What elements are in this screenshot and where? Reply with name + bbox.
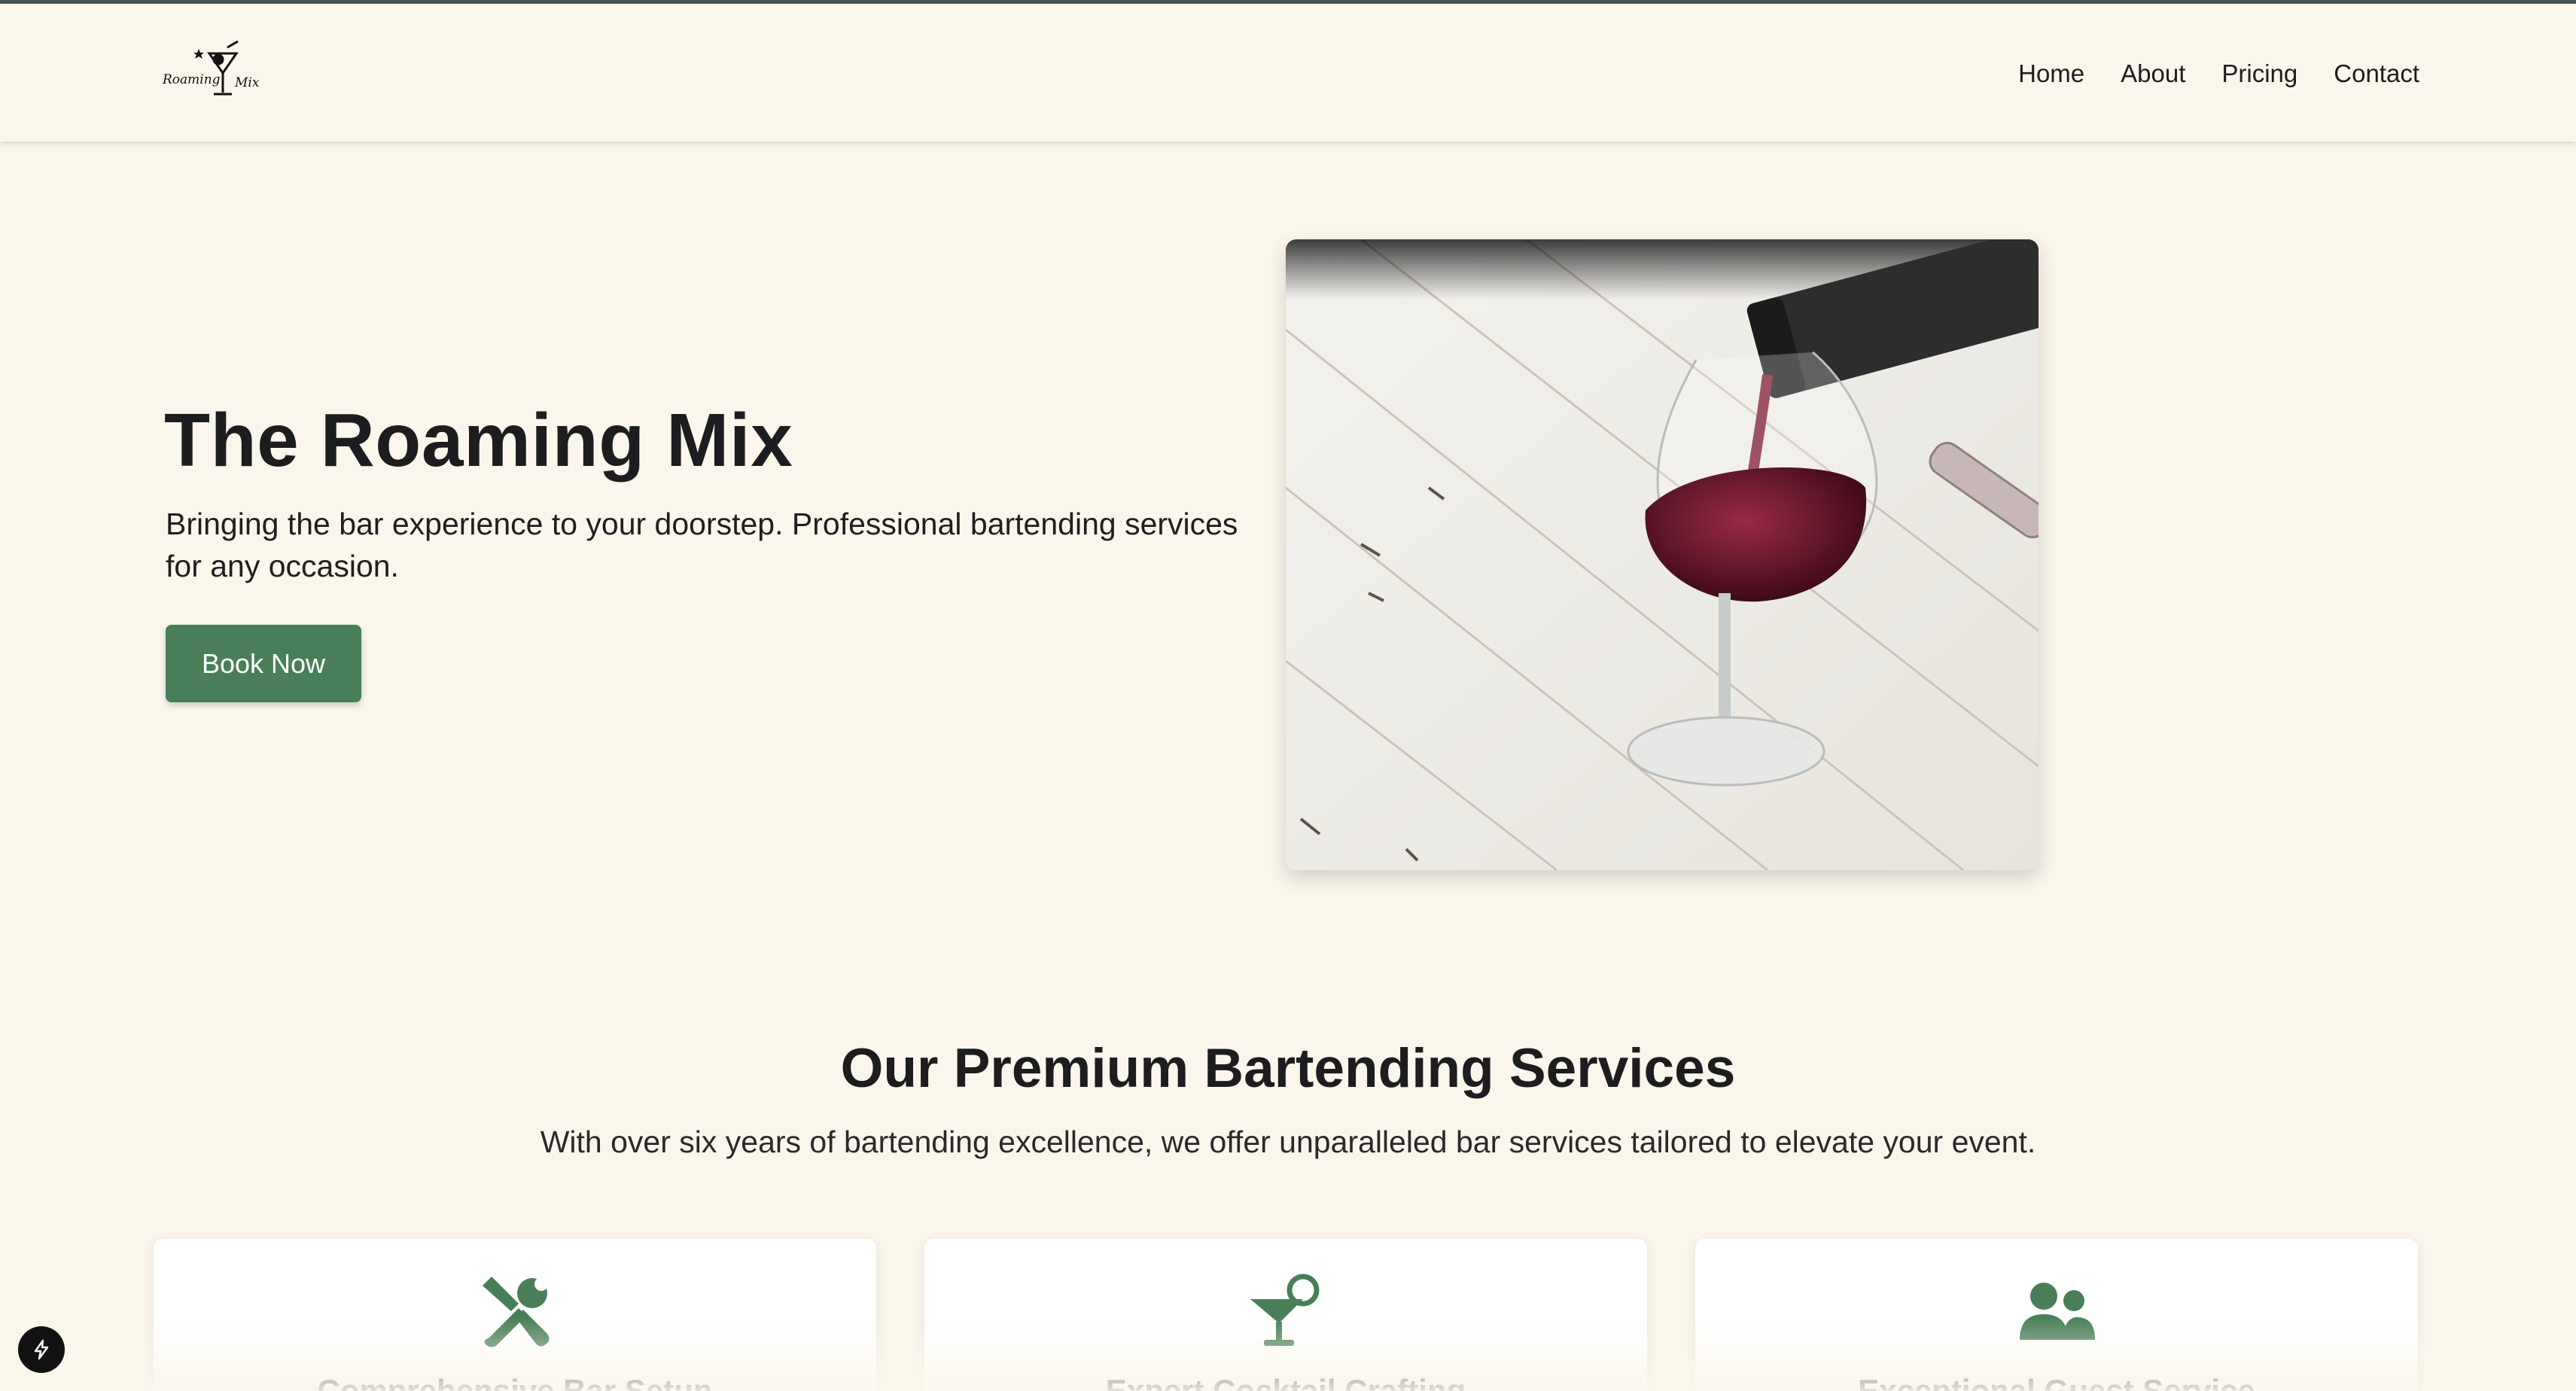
bolt-icon [34,1339,49,1360]
service-card-bar-setup[interactable]: Comprehensive Bar Setup [154,1239,876,1391]
service-card-cocktail[interactable]: Expert Cocktail Crafting [924,1239,1647,1391]
logo-text-mix: Mix [234,75,260,90]
services-title: Our Premium Bartending Services [840,1038,1736,1099]
book-now-button[interactable]: Book Now [166,625,361,702]
cocktail-icon [1250,1274,1320,1346]
service-card-title: Comprehensive Bar Setup [317,1373,713,1391]
floating-bolt-button[interactable] [18,1326,65,1373]
hero-subtitle: Bringing the bar experience to your door… [166,507,1238,583]
hero-title: The Roaming Mix [164,398,793,482]
service-card-guest-service[interactable]: Exceptional Guest Service [1695,1239,2418,1391]
services-subtitle: With over six years of bartending excell… [540,1125,2036,1159]
nav-pricing-link[interactable]: Pricing [2221,59,2297,88]
hero-image [1286,239,2039,870]
site-header: Roaming Mix Home About Pricing Contact [0,4,2576,142]
users-icon [2020,1283,2095,1340]
nav-about-link[interactable]: About [2121,59,2185,88]
main-nav: Home About Pricing Contact [2018,59,2419,88]
tools-icon [483,1277,550,1347]
logo-star-icon [193,49,204,59]
nav-contact-link[interactable]: Contact [2334,59,2419,88]
service-card-title: Expert Cocktail Crafting [1105,1373,1466,1391]
nav-home-link[interactable]: Home [2018,59,2084,88]
logo-text-roaming: Roaming [163,72,221,87]
wine-pour-photo [1286,239,2039,870]
service-card-title: Exceptional Guest Service [1858,1373,2255,1391]
logo[interactable]: Roaming Mix [163,40,273,112]
